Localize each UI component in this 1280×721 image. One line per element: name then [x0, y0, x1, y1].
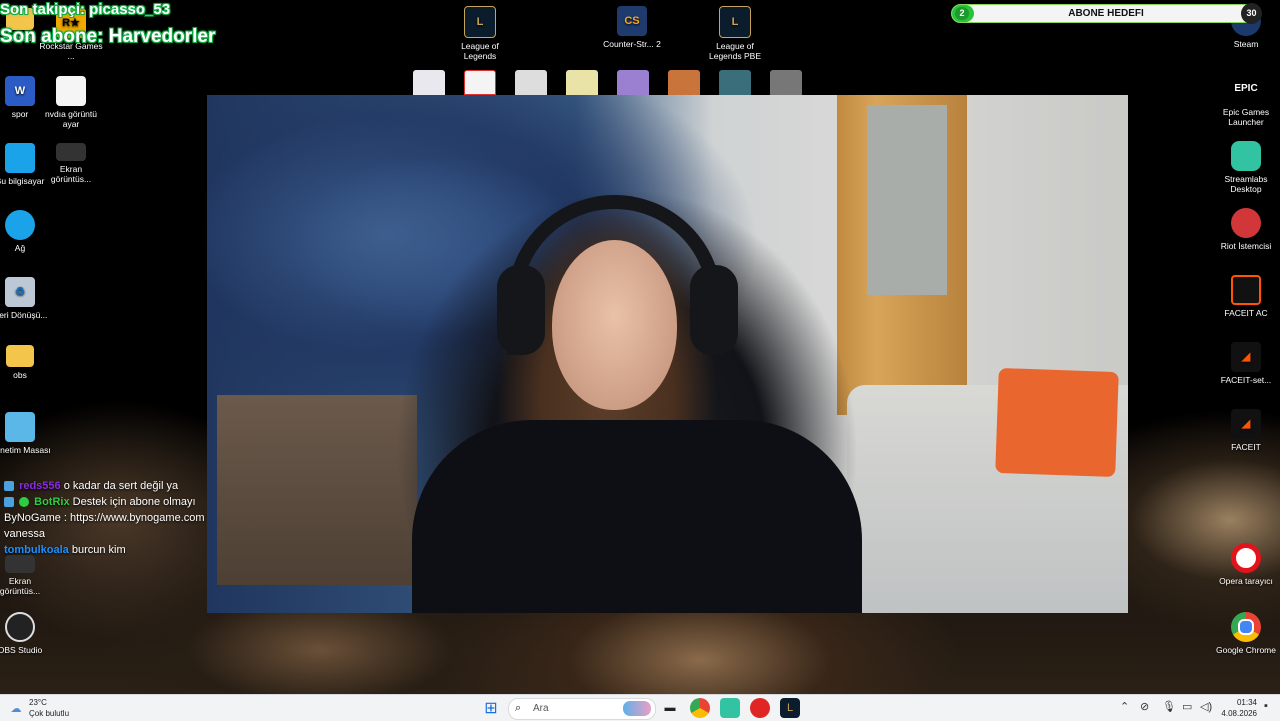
- app-icon[interactable]: [617, 70, 649, 95]
- badge-icon: [4, 497, 14, 508]
- chat-message: BotRix Destek için abone olmayı: [4, 494, 209, 510]
- clock-time[interactable]: 01:34: [1225, 698, 1257, 707]
- chat-user: BotRix: [34, 496, 70, 508]
- faceit-icon: ◢: [1231, 409, 1261, 439]
- desktop-icon-opera[interactable]: Opera tarayıcı: [1214, 543, 1278, 586]
- app-icon[interactable]: [515, 70, 547, 95]
- desktop-icon-cs2[interactable]: CS Counter-Str... 2: [600, 6, 664, 49]
- volume-icon[interactable]: ◁): [1200, 700, 1212, 713]
- chat-text: o kadar da sert değil ya: [63, 480, 179, 492]
- desktop-icon-obs-studio[interactable]: OBS Studio: [0, 612, 52, 655]
- desktop-icon-league[interactable]: L League of Legends: [448, 6, 512, 61]
- recycle-bin-icon: ♻: [5, 277, 35, 307]
- search-placeholder: Ara: [533, 703, 549, 714]
- badge-icon: [4, 481, 14, 492]
- desktop-icon-riot[interactable]: Riot İstemcisi: [1214, 208, 1278, 251]
- chat-overlay: reds556 o kadar da sert değil ya BotRix …: [4, 478, 209, 558]
- display-icon[interactable]: ▭: [1182, 700, 1192, 713]
- chat-message: vanessa: [4, 526, 209, 542]
- riot-icon: [1231, 208, 1261, 238]
- app-icon[interactable]: [770, 70, 802, 95]
- headset-cup-left: [497, 265, 545, 355]
- goal-label: ABONE HEDEFI: [1068, 8, 1144, 19]
- desktop: Belge su R★ Rockstar Games ... W spor nv…: [0, 0, 1280, 694]
- streamer-shirt: [412, 420, 862, 613]
- cs2-icon: CS: [617, 6, 647, 36]
- app-icon[interactable]: [413, 70, 445, 95]
- desktop-icon-recycle-bin[interactable]: ♻ Geri Dönüşü...: [0, 277, 52, 320]
- record-taskbar-icon[interactable]: [750, 698, 770, 718]
- chat-text: ByNoGame : https://www.bynogame.com: [4, 512, 205, 524]
- chat-user: reds556: [19, 480, 61, 492]
- subscriber-goal-bar: 2 ABONE HEDEFI 30: [951, 3, 1262, 24]
- goal-target: 30: [1241, 3, 1262, 24]
- clock-date[interactable]: 4.08.2026: [1218, 709, 1257, 718]
- chat-text: burcun kim: [71, 544, 126, 556]
- faceit-ac-icon: [1231, 275, 1261, 305]
- epic-icon: EPIC: [1231, 74, 1261, 104]
- search-box[interactable]: ⌕ Ara: [508, 698, 656, 720]
- chrome-taskbar-icon[interactable]: [690, 698, 710, 718]
- chevron-up-icon[interactable]: ⌃: [1120, 700, 1129, 713]
- app-icon[interactable]: [668, 70, 700, 95]
- document-icon: [56, 76, 86, 106]
- last-follower-overlay: Son takipçi: picasso_53: [0, 1, 171, 18]
- desktop-icon-faceit[interactable]: ◢ FACEIT: [1214, 409, 1278, 452]
- task-view-icon[interactable]: ▬: [660, 698, 680, 718]
- network-tray-icon[interactable]: ⊘: [1140, 700, 1149, 713]
- desktop-icon-chrome[interactable]: Google Chrome: [1214, 612, 1278, 655]
- chat-message: reds556 o kadar da sert değil ya: [4, 478, 209, 494]
- microphone-icon[interactable]: 🎙: [1162, 700, 1176, 713]
- chat-user: tombulkoala: [4, 544, 69, 556]
- notification-icon[interactable]: ▪: [1264, 700, 1268, 712]
- opera-icon: [1231, 543, 1261, 573]
- desktop-icon-faceit-ac[interactable]: FACEIT AC: [1214, 275, 1278, 318]
- chat-message: tombulkoala burcun kim: [4, 542, 209, 558]
- chat-text: Destek için abone olmayı: [72, 496, 196, 508]
- desktop-icon-screenshot-2[interactable]: Ekran görüntüs...: [0, 555, 52, 596]
- chat-text: vanessa: [4, 528, 45, 540]
- obs-icon: [5, 612, 35, 642]
- screenshot-icon: [56, 143, 86, 161]
- bot-badge-icon: [19, 497, 30, 508]
- chrome-icon: [1231, 612, 1261, 642]
- desktop-icon-control-panel[interactable]: Denetim Masası: [0, 412, 52, 455]
- search-icon: ⌕: [515, 702, 522, 714]
- streamlabs-icon: [1231, 141, 1261, 171]
- chat-message: ByNoGame : https://www.bynogame.com: [4, 510, 209, 526]
- network-icon: [5, 210, 35, 240]
- app-icon[interactable]: [566, 70, 598, 95]
- desktop-icon-obs-folder[interactable]: obs: [0, 345, 52, 380]
- shelf: [217, 395, 417, 585]
- raft-icon[interactable]: [719, 70, 751, 95]
- league-icon: L: [464, 6, 496, 38]
- desktop-icon-network[interactable]: Ağ: [0, 210, 52, 253]
- weather-temp[interactable]: 23°C: [29, 698, 47, 707]
- desktop-icon-nvidia[interactable]: nvdıa görüntü ayar: [39, 76, 103, 129]
- search-highlight-icon: [623, 701, 651, 716]
- weather-text[interactable]: Çok bulutlu: [29, 709, 69, 718]
- headset-cup-right: [690, 265, 738, 355]
- monitor-icon: [5, 143, 35, 173]
- desktop-icon-faceit-setup[interactable]: ◢ FACEIT-set...: [1214, 342, 1278, 385]
- taskbar: ☁ 23°C Çok bulutlu ⊞ ⌕ Ara ▬ L ⌃ ⊘ 🎙 ▭ ◁…: [0, 694, 1280, 721]
- streamlabs-taskbar-icon[interactable]: [720, 698, 740, 718]
- last-subscriber-overlay: Son abone: Harvedorler: [0, 26, 216, 47]
- league-icon: L: [719, 6, 751, 38]
- faceit-icon: ◢: [1231, 342, 1261, 372]
- valorant-icon[interactable]: [464, 70, 496, 95]
- desktop-icon-epic[interactable]: EPIC Epic Games Launcher: [1214, 74, 1278, 127]
- desktop-icon-league-pbe[interactable]: L League of Legends PBE: [703, 6, 767, 61]
- door-glass: [867, 105, 947, 295]
- orange-pillow: [995, 367, 1119, 478]
- desktop-icon-streamlabs[interactable]: Streamlabs Desktop: [1214, 141, 1278, 194]
- start-icon[interactable]: ⊞: [481, 698, 501, 718]
- folder-icon: [6, 345, 34, 367]
- desktop-icon-screenshot-1[interactable]: Ekran görüntüs...: [39, 143, 103, 184]
- word-icon: W: [5, 76, 35, 106]
- weather-icon[interactable]: ☁: [6, 698, 26, 718]
- control-panel-icon: [5, 412, 35, 442]
- webcam-feed: [207, 95, 1128, 613]
- league-taskbar-icon[interactable]: L: [780, 698, 800, 718]
